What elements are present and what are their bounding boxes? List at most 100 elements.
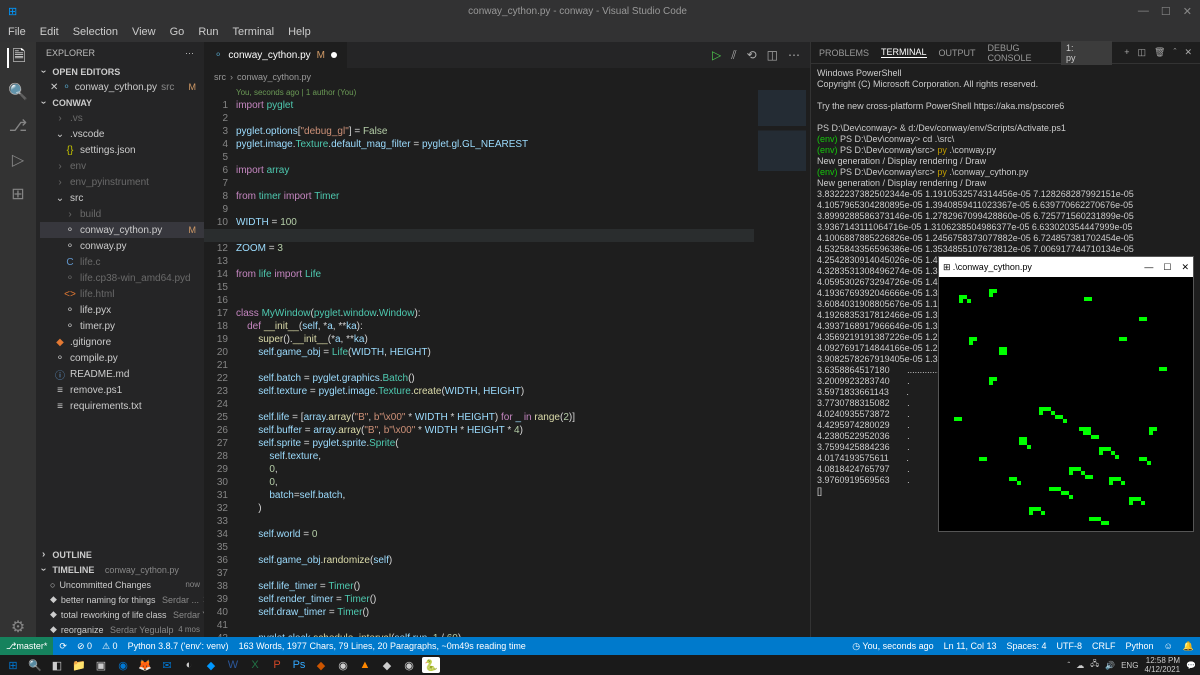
split-terminal-icon[interactable]: ◫ [1138, 47, 1147, 58]
vlc-icon[interactable]: ▲ [356, 657, 374, 673]
more-icon[interactable]: ⋯ [185, 48, 194, 59]
tree-item[interactable]: ◆.gitignore [40, 334, 204, 350]
outline-header[interactable]: OUTLINE [36, 547, 204, 562]
chevron-up-icon[interactable]: ˆ [1173, 47, 1176, 58]
menu-view[interactable]: View [132, 26, 156, 38]
notifications-icon[interactable]: 💬 [1186, 661, 1196, 670]
outlook-icon[interactable]: ✉ [158, 657, 176, 673]
editor-tab[interactable]: ⚬ conway_cython.py M [204, 42, 348, 68]
minimize-icon[interactable]: — [1144, 262, 1153, 273]
photoshop-icon[interactable]: Ps [290, 657, 308, 673]
tree-item[interactable]: ›.vs [40, 110, 204, 126]
feedback-icon[interactable]: ☺ [1164, 641, 1173, 652]
open-editor-item[interactable]: ✕⚬ conway_cython.py src M [36, 79, 204, 95]
tree-item[interactable]: ›build [40, 206, 204, 222]
tree-item[interactable]: ⚬life.pyx [40, 302, 204, 318]
git-icon[interactable]: ⟲ [747, 48, 757, 63]
compare-icon[interactable]: ⫽ [731, 48, 736, 63]
minimap[interactable] [754, 86, 810, 637]
tree-item[interactable]: Clife.c [40, 254, 204, 270]
start-icon[interactable]: ⊞ [4, 657, 22, 673]
menu-terminal[interactable]: Terminal [233, 26, 275, 38]
eol[interactable]: CRLF [1092, 641, 1116, 652]
branch-indicator[interactable]: ⎇ master* [0, 637, 53, 655]
encoding[interactable]: UTF-8 [1057, 641, 1083, 652]
network-icon[interactable]: 🖧 [1090, 658, 1099, 672]
errors[interactable]: ⊘ 0 [77, 641, 92, 652]
timeline-item[interactable]: ○Uncommitted Changesnow [36, 577, 204, 592]
terminal-tab[interactable]: DEBUG CONSOLE [988, 43, 1049, 63]
clock-time[interactable]: 12:58 PM [1144, 656, 1180, 665]
tree-item[interactable]: {}settings.json [40, 142, 204, 158]
timeline-item[interactable]: ◆total reworking of life class Serdar Y.… [36, 607, 204, 622]
close-icon[interactable]: ✕ [1183, 5, 1192, 18]
sync-icon[interactable]: ⟳ [59, 641, 67, 652]
app-icon[interactable]: ◆ [378, 657, 396, 673]
bell-icon[interactable]: 🔔 [1183, 641, 1194, 652]
python-icon[interactable]: 🐍 [422, 657, 440, 673]
new-terminal-icon[interactable]: + [1124, 47, 1129, 58]
tree-item[interactable]: ⌄src [40, 190, 204, 206]
maximize-icon[interactable]: ☐ [1161, 5, 1171, 18]
vscode-icon[interactable]: ◆ [202, 657, 220, 673]
close-panel-icon[interactable]: ✕ [1184, 47, 1192, 58]
menu-help[interactable]: Help [288, 26, 311, 38]
more-icon[interactable]: ⋯ [788, 48, 800, 63]
timeline-item[interactable]: ◆reorganize Serdar Yegulalp4 mos [36, 622, 204, 637]
app-icon[interactable]: ◆ [312, 657, 330, 673]
code-editor[interactable]: 1234567891011121314151617181920212223242… [204, 86, 810, 637]
source-control-icon[interactable]: ⎇ [8, 116, 28, 136]
task-view-icon[interactable]: ◧ [48, 657, 66, 673]
tree-item[interactable]: ›env [40, 158, 204, 174]
kill-terminal-icon[interactable]: 🗑 [1154, 47, 1165, 58]
obs-icon[interactable]: ◉ [400, 657, 418, 673]
doc-stats[interactable]: 163 Words, 1977 Chars, 79 Lines, 20 Para… [239, 641, 526, 651]
breadcrumb[interactable]: src › conway_cython.py [204, 68, 810, 86]
search-icon[interactable]: 🔍 [26, 657, 44, 673]
open-editors-header[interactable]: OPEN EDITORS [36, 64, 204, 79]
python-env[interactable]: Python 3.8.7 ('env': venv) [128, 641, 229, 651]
onedrive-icon[interactable]: ☁ [1076, 661, 1084, 670]
tree-item[interactable]: ⌄.vscode [40, 126, 204, 142]
menu-go[interactable]: Go [170, 26, 185, 38]
menu-selection[interactable]: Selection [73, 26, 118, 38]
menu-edit[interactable]: Edit [40, 26, 59, 38]
tree-item[interactable]: ›env_pyinstrument [40, 174, 204, 190]
tree-item[interactable]: ⚬conway_cython.pyM [40, 222, 204, 238]
edge-icon[interactable]: ◉ [114, 657, 132, 673]
timeline-header[interactable]: TIMELINE conway_cython.py [36, 562, 204, 577]
settings-icon[interactable]: ⚙ [8, 617, 28, 637]
maximize-icon[interactable]: ☐ [1163, 262, 1171, 273]
split-icon[interactable]: ◫ [767, 48, 778, 63]
extensions-icon[interactable]: ⊞ [8, 184, 28, 204]
timeline-item[interactable]: ◆better naming for things Serdar ...1 mo [36, 592, 204, 607]
minimize-icon[interactable]: — [1138, 5, 1149, 18]
steam-icon[interactable]: ◉ [334, 657, 352, 673]
menu-file[interactable]: File [8, 26, 26, 38]
conway-game-window[interactable]: ⊞ .\conway_cython.py — ☐ ✕ [938, 256, 1194, 532]
terminal-tab[interactable]: TERMINAL [881, 47, 927, 58]
terminal-icon[interactable]: ▣ [92, 657, 110, 673]
explorer-icon[interactable]: 🗎 [7, 48, 27, 68]
tree-item[interactable]: ≡remove.ps1 [40, 382, 204, 398]
tree-item[interactable]: ⚬timer.py [40, 318, 204, 334]
terminal-tab[interactable]: OUTPUT [939, 48, 976, 58]
tree-item[interactable]: <>life.html [40, 286, 204, 302]
tree-item[interactable]: ⚬life.cp38-win_amd64.pyd [40, 270, 204, 286]
powerpoint-icon[interactable]: P [268, 657, 286, 673]
menu-run[interactable]: Run [198, 26, 218, 38]
close-icon[interactable]: ✕ [1181, 262, 1189, 273]
tree-item[interactable]: ≡requirements.txt [40, 398, 204, 414]
terminal-tab[interactable]: PROBLEMS [819, 48, 869, 58]
warnings[interactable]: ⚠ 0 [102, 641, 118, 652]
github-icon[interactable]: ◐ [180, 657, 198, 673]
tree-item[interactable]: ⚬conway.py [40, 238, 204, 254]
debug-icon[interactable]: ▷ [8, 150, 28, 170]
firefox-icon[interactable]: 🦊 [136, 657, 154, 673]
terminal-select[interactable]: 1: py [1061, 41, 1112, 65]
search-icon[interactable]: 🔍 [8, 82, 28, 102]
run-icon[interactable]: ▷ [712, 48, 721, 63]
cursor-pos[interactable]: Ln 11, Col 13 [944, 641, 997, 652]
language-indicator[interactable]: ENG [1121, 661, 1138, 670]
excel-icon[interactable]: X [246, 657, 264, 673]
